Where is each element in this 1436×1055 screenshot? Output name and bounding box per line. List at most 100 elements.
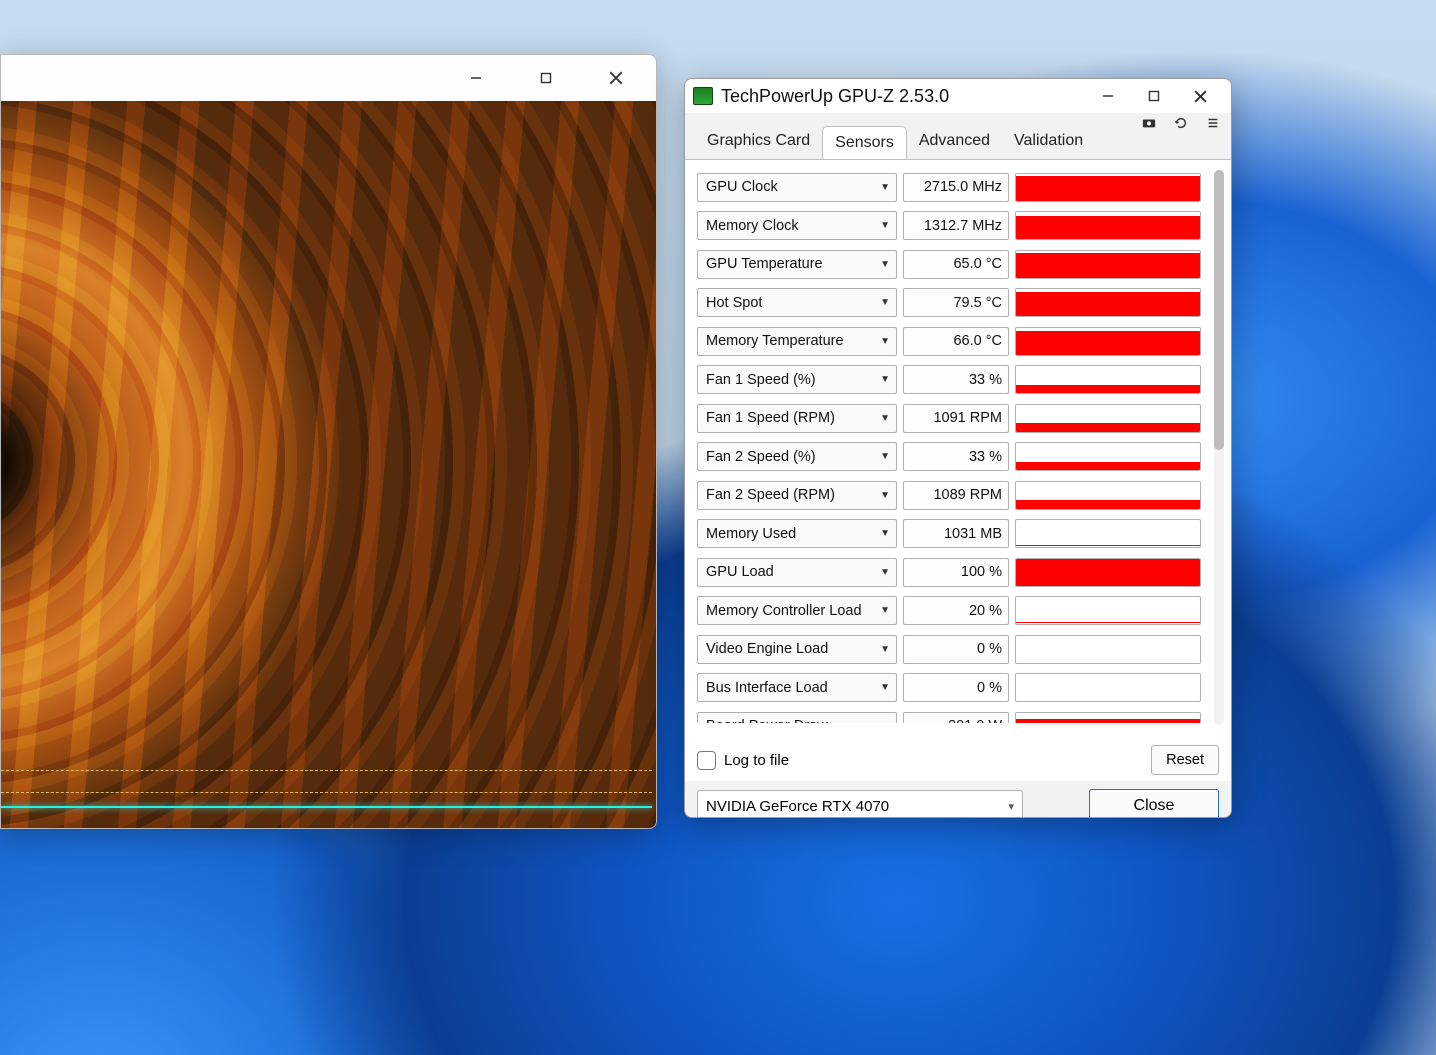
gpuz-titlebar[interactable]: TechPowerUp GPU-Z 2.53.0 [685,79,1231,113]
gpuz-title: TechPowerUp GPU-Z 2.53.0 [721,86,949,107]
sensor-value: 1031 MB [903,519,1009,548]
sensor-label-text: Memory Controller Load [706,603,862,619]
sensor-label-text: Memory Used [706,526,796,542]
sensor-row: Memory Used▼1031 MB [697,515,1201,554]
sensor-value: 0 % [903,635,1009,664]
sensor-row: GPU Temperature▼65.0 °C [697,245,1201,284]
sensor-graph [1015,596,1201,625]
log-to-file-checkbox[interactable] [697,751,716,770]
fps-graph-line [1,806,652,808]
sensor-graph [1015,673,1201,702]
left-titlebar [1,55,656,101]
sensor-value: 65.0 °C [903,250,1009,279]
close-dialog-button[interactable]: Close [1089,789,1219,818]
sensor-label-dropdown[interactable]: GPU Load ▼ [697,558,897,587]
sensor-label-dropdown[interactable]: Memory Temperature ▼ [697,327,897,356]
sensor-label-dropdown[interactable]: Hot Spot ▼ [697,288,897,317]
sensor-graph [1015,442,1201,471]
sensor-label-dropdown[interactable]: Video Engine Load▼ [697,635,897,664]
sensor-value: 20 % [903,596,1009,625]
gpuz-app-icon [693,87,713,105]
scrollbar[interactable] [1214,170,1224,725]
sensor-label-text: GPU Clock [706,179,778,195]
tab-validation[interactable]: Validation [1002,125,1095,159]
scrollbar-thumb[interactable] [1214,170,1224,450]
sensor-value: 1312.7 MHz [903,211,1009,240]
sensor-graph [1015,365,1201,394]
sensor-value: 201.0 W [903,712,1009,723]
maximize-button[interactable] [526,63,566,93]
sensor-row: Board Power Draw▼ 201.0 W [697,707,1201,723]
reset-button[interactable]: Reset [1151,745,1219,775]
sensor-label-text: GPU Load [706,564,774,580]
close-button[interactable] [1177,81,1223,111]
minimize-button[interactable] [456,63,496,93]
chevron-down-icon: ▼ [880,567,890,578]
sensor-row: Video Engine Load▼0 % [697,630,1201,669]
sensor-label-text: Memory Temperature [706,333,844,349]
sensor-value: 33 % [903,365,1009,394]
tab-graphics-card[interactable]: Graphics Card [695,125,822,159]
refresh-icon[interactable] [1173,115,1189,131]
sensor-label-dropdown[interactable]: Fan 1 Speed (%) ▼ [697,365,897,394]
sensor-row: Memory Controller Load ▼ 20 % [697,592,1201,631]
sensor-value: 1091 RPM [903,404,1009,433]
sensor-label-text: Board Power Draw [706,718,828,723]
gpu-select-value: NVIDIA GeForce RTX 4070 [706,798,889,815]
chevron-down-icon: ▼ [880,605,890,616]
chevron-down-icon: ▼ [880,297,890,308]
gpuz-window: TechPowerUp GPU-Z 2.53.0 Graphics CardSe… [684,78,1232,818]
tab-sensors[interactable]: Sensors [822,126,907,160]
sensor-rows: GPU Clock▼2715.0 MHzMemory Clock▼1312.7 … [697,168,1201,723]
sensor-label-dropdown[interactable]: Fan 1 Speed (RPM)▼ [697,404,897,433]
chevron-down-icon: ▼ [880,682,890,693]
sensor-label-dropdown[interactable]: Memory Controller Load ▼ [697,596,897,625]
sensor-graph [1015,519,1201,548]
sensor-graph [1015,558,1201,587]
sensor-value: 0 % [903,673,1009,702]
sensor-label-dropdown[interactable]: Fan 2 Speed (%)▼ [697,442,897,471]
chevron-down-icon: ▼ [880,182,890,193]
tab-advanced[interactable]: Advanced [907,125,1002,159]
sensor-row: Fan 1 Speed (RPM)▼1091 RPM [697,399,1201,438]
maximize-button[interactable] [1131,81,1177,111]
sensor-label-text: Hot Spot [706,295,762,311]
chevron-down-icon: ▼ [880,220,890,231]
sensor-row: Fan 2 Speed (RPM) ▼ 1089 RPM [697,476,1201,515]
sensor-row: Bus Interface Load ▼ 0 % [697,669,1201,708]
sensor-label-dropdown[interactable]: Fan 2 Speed (RPM) ▼ [697,481,897,510]
sensor-graph [1015,481,1201,510]
minimize-button[interactable] [1085,81,1131,111]
sensor-label-text: Fan 2 Speed (RPM) [706,487,835,503]
footer-row: NVIDIA GeForce RTX 4070 ▾ Close [685,781,1231,818]
chevron-down-icon: ▼ [880,374,890,385]
chevron-down-icon: ▼ [880,413,890,424]
sensor-graph [1015,712,1201,723]
sensor-graph [1015,327,1201,356]
gpuz-tabs: Graphics CardSensorsAdvancedValidation [685,113,1231,159]
sensor-row: GPU Load▼100 % [697,553,1201,592]
chevron-down-icon: ▼ [880,644,890,655]
chevron-down-icon: ▼ [880,490,890,501]
sensor-label-dropdown[interactable]: Board Power Draw▼ [697,712,897,723]
sensor-label-dropdown[interactable]: GPU Temperature▼ [697,250,897,279]
sensor-label-text: GPU Temperature [706,256,823,272]
sensor-label-dropdown[interactable]: Memory Clock▼ [697,211,897,240]
sensor-label-text: Fan 1 Speed (%) [706,372,816,388]
sensor-graph [1015,288,1201,317]
sensor-label-text: Bus Interface Load [706,680,828,696]
sensor-label-dropdown[interactable]: Bus Interface Load ▼ [697,673,897,702]
sensor-label-dropdown[interactable]: Memory Used▼ [697,519,897,548]
chevron-down-icon: ▼ [880,336,890,347]
close-button[interactable] [596,63,636,93]
sensor-value: 66.0 °C [903,327,1009,356]
camera-icon[interactable] [1141,115,1157,131]
sensor-graph [1015,250,1201,279]
sensor-area: GPU Clock▼2715.0 MHzMemory Clock▼1312.7 … [685,159,1231,739]
menu-icon[interactable] [1205,115,1221,131]
sensor-value: 1089 RPM [903,481,1009,510]
sensor-label-text: Fan 2 Speed (%) [706,449,816,465]
gpu-select[interactable]: NVIDIA GeForce RTX 4070 ▾ [697,790,1023,818]
sensor-value: 33 % [903,442,1009,471]
sensor-label-dropdown[interactable]: GPU Clock ▼ [697,173,897,202]
